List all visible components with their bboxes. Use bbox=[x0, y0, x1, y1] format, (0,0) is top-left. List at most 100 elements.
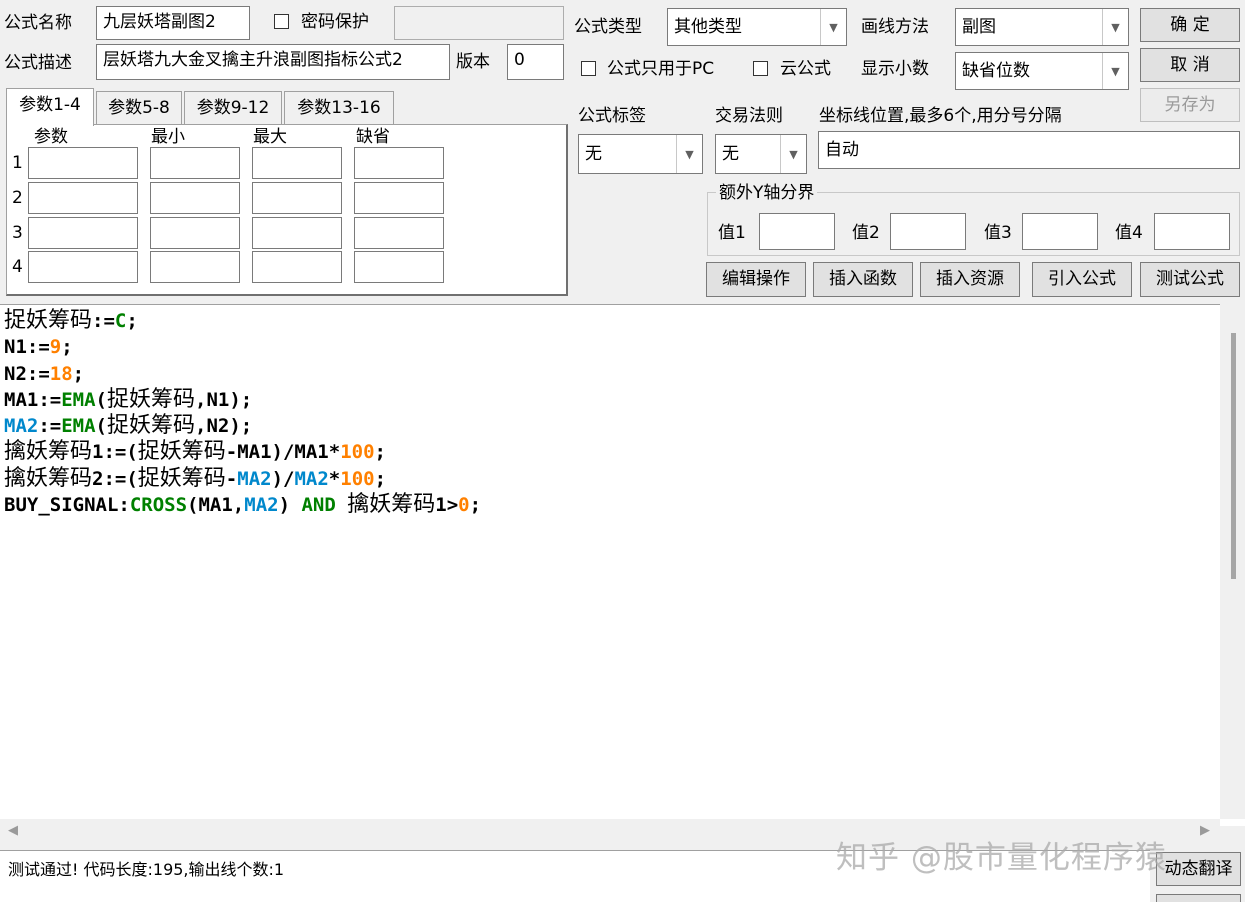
code-token: 1:=( bbox=[92, 441, 138, 464]
code-line[interactable]: 擒妖筹码2:=(捉妖筹码-MA2)/MA2*100; bbox=[4, 466, 481, 492]
chevron-down-icon[interactable]: ▼ bbox=[1102, 53, 1128, 89]
decimal-label: 显示小数 bbox=[861, 59, 929, 79]
param-4-name-input[interactable] bbox=[28, 251, 138, 283]
version-label: 版本 bbox=[456, 52, 490, 72]
decimal-select[interactable]: 缺省位数 ▼ bbox=[955, 52, 1129, 90]
code-token: 0 bbox=[458, 494, 470, 517]
param-4-default-input[interactable] bbox=[354, 251, 444, 283]
pc-only-checkbox[interactable] bbox=[581, 61, 596, 76]
code-token: 捉妖筹码 bbox=[137, 439, 226, 465]
draw-method-select[interactable]: 副图 ▼ bbox=[955, 8, 1129, 46]
param-row-number: 2 bbox=[12, 188, 23, 208]
value2-input[interactable] bbox=[890, 213, 966, 250]
secondary-button[interactable] bbox=[1156, 894, 1241, 902]
value4-input[interactable] bbox=[1154, 213, 1230, 250]
code-line[interactable]: BUY_SIGNAL:CROSS(MA1,MA2) AND 擒妖筹码1>0; bbox=[4, 492, 481, 518]
param-1-min-input[interactable] bbox=[150, 147, 240, 179]
formula-desc-label: 公式描述 bbox=[4, 53, 72, 73]
code-token: (MA1, bbox=[187, 494, 245, 517]
code-line[interactable]: 擒妖筹码1:=(捉妖筹码-MA1)/MA1*100; bbox=[4, 439, 481, 465]
code-token: MA1:= bbox=[4, 388, 62, 411]
param-2-default-input[interactable] bbox=[354, 182, 444, 214]
insert-function-button[interactable]: 插入函数 bbox=[813, 262, 913, 297]
vertical-scrollbar-thumb[interactable] bbox=[1231, 333, 1236, 579]
param-1-default-input[interactable] bbox=[354, 147, 444, 179]
code-token: ( bbox=[95, 388, 107, 411]
code-line[interactable]: MA1:=EMA(捉妖筹码,N1); bbox=[4, 387, 481, 413]
code-token: 捉妖筹码 bbox=[107, 413, 196, 439]
formula-type-select[interactable]: 其他类型 ▼ bbox=[667, 8, 847, 46]
trade-rule-select[interactable]: 无 ▼ bbox=[715, 134, 807, 174]
version-input[interactable]: 0 bbox=[507, 44, 564, 80]
cancel-button[interactable]: 取 消 bbox=[1140, 48, 1240, 82]
tab-params-5-8[interactable]: 参数5-8 bbox=[96, 91, 182, 125]
edit-operation-button[interactable]: 编辑操作 bbox=[706, 262, 806, 297]
code-line[interactable]: N1:=9; bbox=[4, 334, 481, 360]
value4-label: 值4 bbox=[1115, 223, 1143, 243]
param-header-default: 缺省 bbox=[356, 127, 390, 147]
param-2-min-input[interactable] bbox=[150, 182, 240, 214]
code-token: 18 bbox=[49, 362, 73, 385]
code-token: 9 bbox=[49, 336, 62, 359]
chevron-down-icon[interactable]: ▼ bbox=[820, 9, 846, 45]
formula-name-input[interactable]: 九层妖塔副图2 bbox=[96, 6, 250, 40]
code-token: C bbox=[114, 310, 127, 332]
code-token: 1> bbox=[435, 494, 459, 517]
code-line[interactable]: 捉妖筹码:=C; bbox=[4, 308, 481, 334]
axis-position-input[interactable]: 自动 bbox=[818, 131, 1240, 169]
value3-label: 值3 bbox=[984, 223, 1012, 243]
code-line[interactable]: N2:=18; bbox=[4, 361, 481, 387]
save-as-button[interactable]: 另存为 bbox=[1140, 88, 1240, 122]
code-token: 100 bbox=[340, 467, 375, 490]
param-header-name: 参数 bbox=[34, 127, 68, 147]
code-token: - bbox=[225, 467, 238, 490]
insert-resource-button[interactable]: 插入资源 bbox=[920, 262, 1020, 297]
code-token: 擒妖筹码 bbox=[347, 492, 436, 518]
code-token: AND bbox=[301, 494, 336, 517]
code-token: ; bbox=[469, 494, 482, 517]
dynamic-translate-button[interactable]: 动态翻译 bbox=[1156, 852, 1241, 886]
password-checkbox[interactable] bbox=[274, 14, 289, 29]
scroll-right-arrow-icon[interactable]: ▶ bbox=[1200, 823, 1210, 838]
param-2-max-input[interactable] bbox=[252, 182, 342, 214]
code-token: ( bbox=[95, 415, 107, 438]
confirm-button[interactable]: 确 定 bbox=[1140, 8, 1240, 42]
tab-params-9-12[interactable]: 参数9-12 bbox=[184, 91, 282, 125]
code-token: MA2 bbox=[294, 467, 329, 490]
param-4-max-input[interactable] bbox=[252, 251, 342, 283]
code-editor[interactable]: 捉妖筹码:=C; N1:=9; N2:=18; MA1:=EMA(捉妖筹码,N1); M… bbox=[0, 304, 1245, 826]
param-2-name-input[interactable] bbox=[28, 182, 138, 214]
value1-input[interactable] bbox=[759, 213, 835, 250]
param-3-max-input[interactable] bbox=[252, 217, 342, 249]
tab-params-13-16[interactable]: 参数13-16 bbox=[284, 91, 394, 125]
code-token: 100 bbox=[340, 441, 375, 464]
param-3-min-input[interactable] bbox=[150, 217, 240, 249]
code-line[interactable]: MA2:=EMA(捉妖筹码,N2); bbox=[4, 413, 481, 439]
param-1-max-input[interactable] bbox=[252, 147, 342, 179]
code-token: MA2 bbox=[4, 415, 39, 438]
code-token: EMA bbox=[61, 415, 96, 438]
code-token: 擒妖筹码 bbox=[4, 439, 93, 465]
code-token: := bbox=[92, 310, 115, 332]
chevron-down-icon[interactable]: ▼ bbox=[676, 135, 702, 173]
param-4-min-input[interactable] bbox=[150, 251, 240, 283]
test-formula-button[interactable]: 测试公式 bbox=[1140, 262, 1240, 297]
watermark-text: 知乎 @股市量化程序猿 bbox=[836, 840, 1167, 876]
scroll-left-arrow-icon[interactable]: ◀ bbox=[8, 823, 18, 838]
cloud-formula-checkbox[interactable] bbox=[753, 61, 768, 76]
chevron-down-icon[interactable]: ▼ bbox=[780, 135, 806, 173]
formula-desc-input[interactable]: 层妖塔九大金叉擒主升浪副图指标公式2 bbox=[96, 44, 450, 80]
password-input[interactable] bbox=[394, 6, 564, 40]
import-formula-button[interactable]: 引入公式 bbox=[1032, 262, 1132, 297]
decimal-value: 缺省位数 bbox=[962, 61, 1030, 81]
code-text[interactable]: 捉妖筹码:=C; N1:=9; N2:=18; MA1:=EMA(捉妖筹码,N1); M… bbox=[4, 308, 481, 518]
param-3-name-input[interactable] bbox=[28, 217, 138, 249]
param-3-default-input[interactable] bbox=[354, 217, 444, 249]
tab-params-1-4[interactable]: 参数1-4 bbox=[6, 88, 94, 126]
param-1-name-input[interactable] bbox=[28, 147, 138, 179]
code-token: 捉妖筹码 bbox=[137, 465, 226, 491]
value3-input[interactable] bbox=[1022, 213, 1098, 250]
chevron-down-icon[interactable]: ▼ bbox=[1102, 9, 1128, 45]
param-header-min: 最小 bbox=[151, 127, 185, 147]
formula-tag-select[interactable]: 无 ▼ bbox=[578, 134, 703, 174]
